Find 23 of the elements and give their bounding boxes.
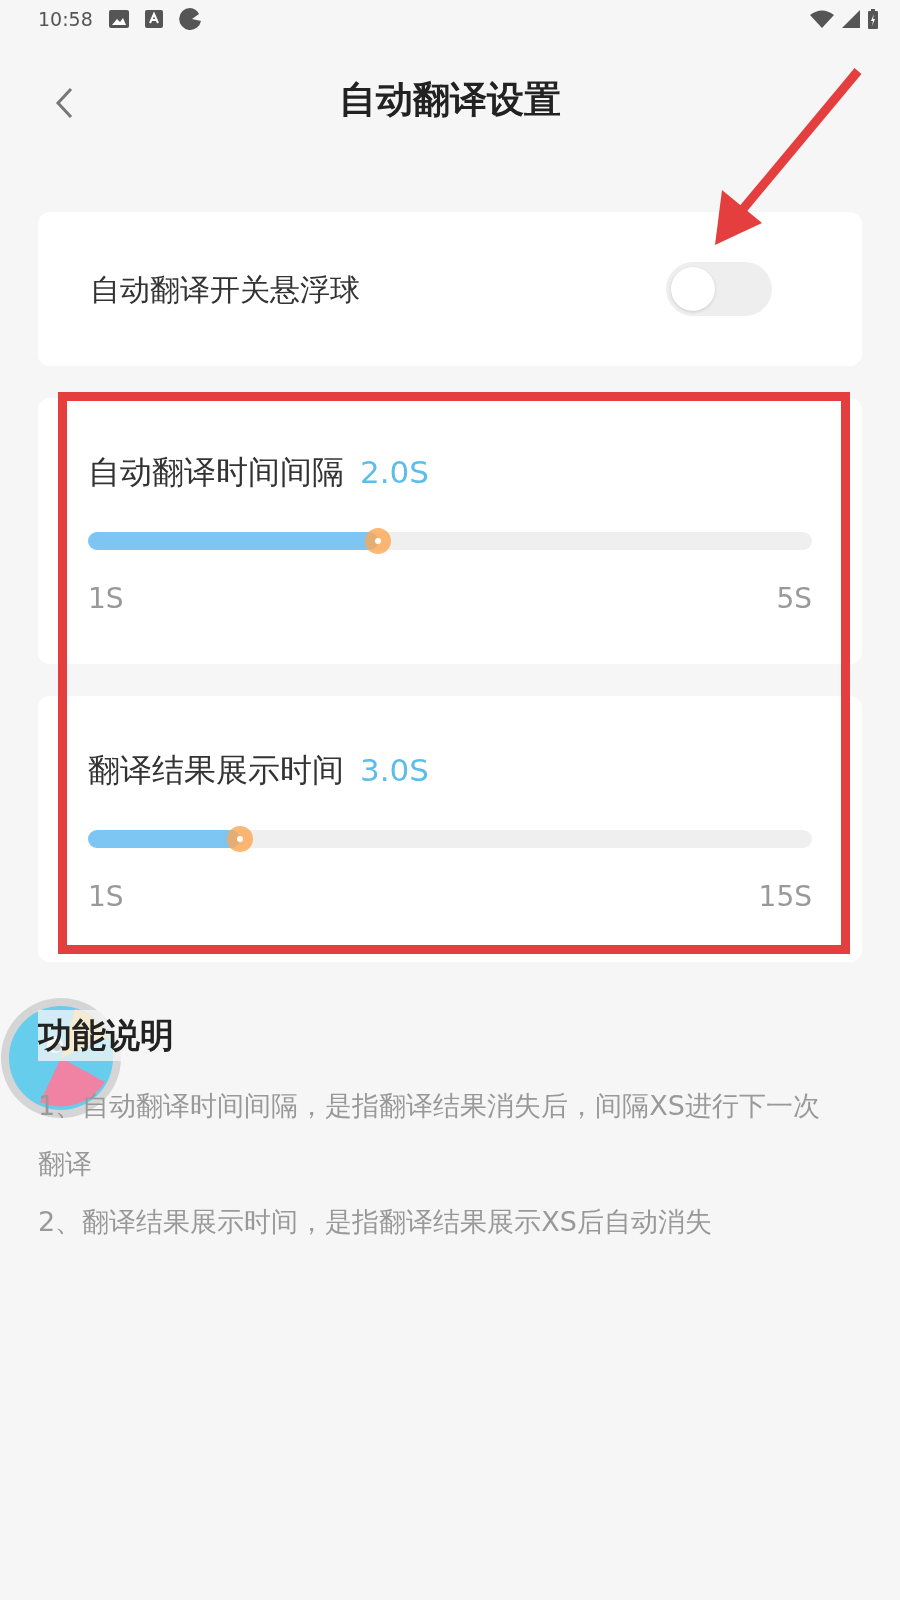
keyboard-icon xyxy=(144,10,163,28)
slider-thumb[interactable] xyxy=(364,528,391,554)
setting-label: 自动翻译时间间隔 xyxy=(88,452,344,493)
battery-icon xyxy=(868,9,878,29)
description-text: 1、自动翻译时间间隔，是指翻译结果消失后，间隔XS进行下一次翻译 xyxy=(38,1089,821,1181)
toggle-switch[interactable] xyxy=(666,262,772,316)
wifi-icon xyxy=(810,10,834,28)
slider-thumb[interactable] xyxy=(227,826,254,852)
image-icon xyxy=(108,10,129,28)
pie-icon xyxy=(178,8,201,30)
setting-label: 翻译结果展示时间 xyxy=(88,750,344,791)
setting-label: 自动翻译开关悬浮球 xyxy=(90,270,360,309)
setting-value: 2.0S xyxy=(360,453,429,492)
max-label: 15S xyxy=(758,879,812,915)
page-title: 自动翻译设置 xyxy=(339,77,561,124)
signal-icon xyxy=(842,10,860,28)
min-label: 1S xyxy=(88,581,124,617)
setting-value: 3.0S xyxy=(360,751,429,790)
min-label: 1S xyxy=(88,879,124,915)
section-heading: 功能说明 xyxy=(38,1010,174,1061)
description-text: 2、翻译结果展示时间，是指翻译结果展示XS后自动消失 xyxy=(38,1205,713,1239)
max-label: 5S xyxy=(776,581,812,617)
status-time: 10:58 xyxy=(38,6,93,32)
